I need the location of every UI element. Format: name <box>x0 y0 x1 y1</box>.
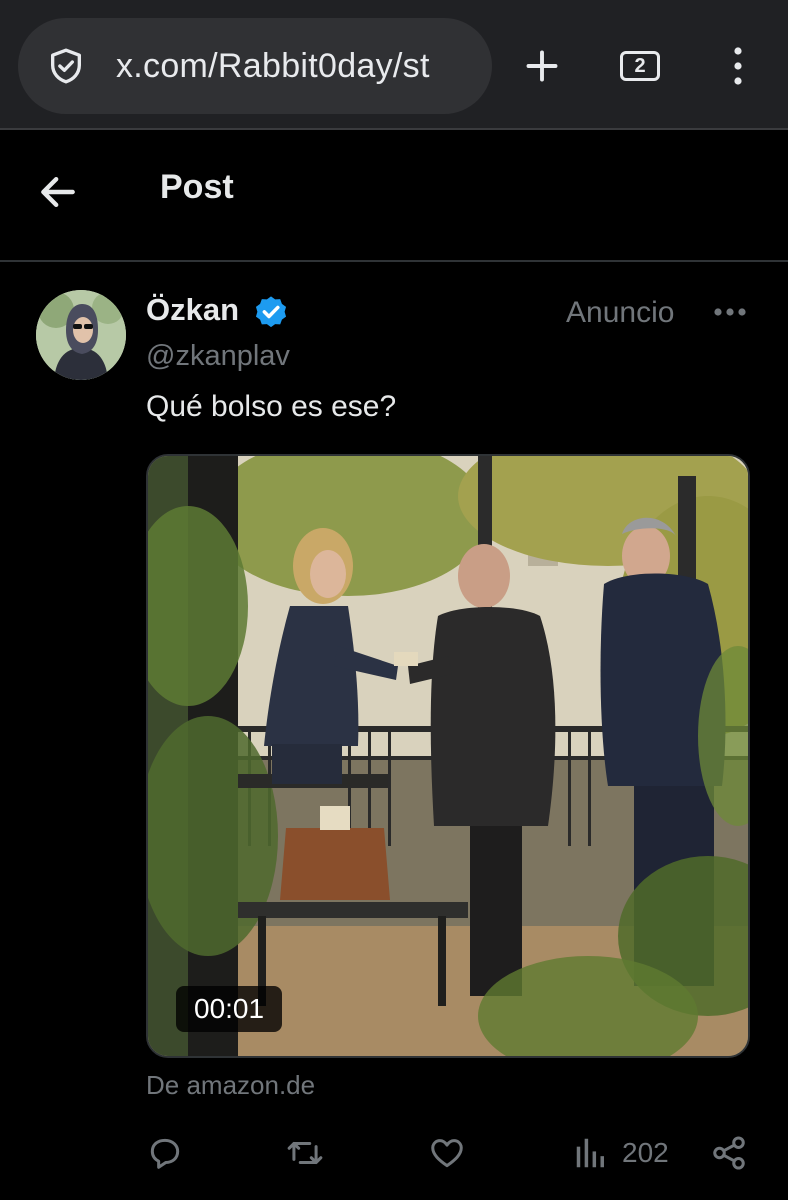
post-video[interactable]: 00:01 <box>146 454 750 1058</box>
views-icon <box>576 1138 604 1168</box>
page-header: Post <box>0 132 788 262</box>
like-icon <box>431 1139 463 1168</box>
page-title: Post <box>160 168 234 206</box>
avatar-image <box>36 290 126 380</box>
views-button[interactable]: 202 <box>572 1128 669 1178</box>
shield-check-icon[interactable] <box>46 46 86 86</box>
tab-switcher-icon: 2 <box>620 51 660 81</box>
vertical-dots-icon <box>734 47 742 85</box>
author-name[interactable]: Özkan <box>146 292 239 328</box>
browser-menu-button[interactable] <box>714 40 762 92</box>
repost-button[interactable] <box>286 1128 324 1178</box>
tab-count: 2 <box>634 54 646 77</box>
avatar[interactable] <box>36 290 126 380</box>
post-text: Qué bolso es ese? <box>146 390 397 423</box>
share-icon <box>713 1136 745 1170</box>
plus-icon <box>526 50 558 82</box>
tab-switcher-button[interactable]: 2 <box>616 40 664 92</box>
browser-toolbar: x.com/Rabbit0day/st 2 <box>0 0 788 130</box>
ad-label: Anuncio <box>566 296 675 329</box>
like-button[interactable] <box>428 1128 466 1178</box>
share-button[interactable] <box>710 1128 748 1178</box>
video-thumbnail <box>148 456 748 1056</box>
reply-button[interactable] <box>146 1128 184 1178</box>
new-tab-button[interactable] <box>518 40 566 92</box>
views-count: 202 <box>622 1137 669 1168</box>
post-actions: 202 <box>146 1128 756 1178</box>
reply-icon <box>150 1138 180 1169</box>
address-bar[interactable]: x.com/Rabbit0day/st <box>18 18 492 114</box>
verified-badge-icon[interactable] <box>252 294 290 332</box>
url-text[interactable]: x.com/Rabbit0day/st <box>116 44 476 88</box>
repost-icon <box>287 1141 323 1165</box>
video-duration: 00:01 <box>176 986 283 1032</box>
author-handle[interactable]: @zkanplav <box>146 340 290 373</box>
arrow-left-icon[interactable] <box>36 170 80 214</box>
more-options-icon[interactable] <box>708 296 752 328</box>
ad-source-link[interactable]: De amazon.de <box>146 1070 315 1101</box>
